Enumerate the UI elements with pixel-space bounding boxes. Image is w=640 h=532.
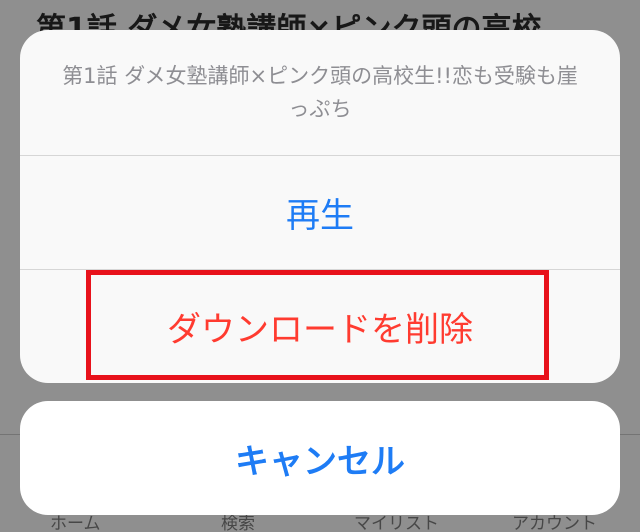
action-sheet: 第1話 ダメ女塾講師×ピンク頭の高校生!!恋も受験も崖っぷち 再生 ダウンロード… — [20, 30, 620, 383]
action-sheet-header: 第1話 ダメ女塾講師×ピンク頭の高校生!!恋も受験も崖っぷち — [20, 30, 620, 156]
screen: 第1話 ダメ女塾講師×ピンク頭の高校 ホーム 検索 マイリスト アカウント 第1… — [0, 0, 640, 532]
play-button[interactable]: 再生 — [20, 156, 620, 270]
delete-download-button[interactable]: ダウンロードを削除 — [20, 270, 620, 383]
cancel-button[interactable]: キャンセル — [20, 401, 620, 515]
action-sheet-message: 第1話 ダメ女塾講師×ピンク頭の高校生!!恋も受験も崖っぷち — [62, 63, 578, 121]
